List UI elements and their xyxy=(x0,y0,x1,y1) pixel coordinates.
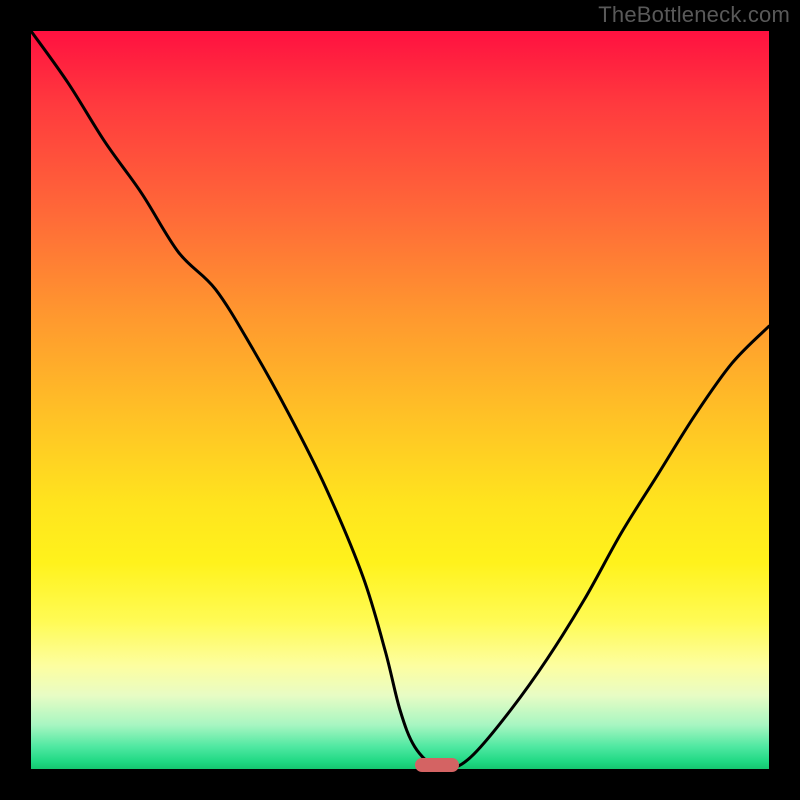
bottleneck-curve xyxy=(31,31,769,769)
curve-svg xyxy=(31,31,769,769)
optimal-marker xyxy=(415,758,459,772)
watermark-text: TheBottleneck.com xyxy=(598,2,790,28)
plot-area xyxy=(31,31,769,769)
chart-container: TheBottleneck.com xyxy=(0,0,800,800)
